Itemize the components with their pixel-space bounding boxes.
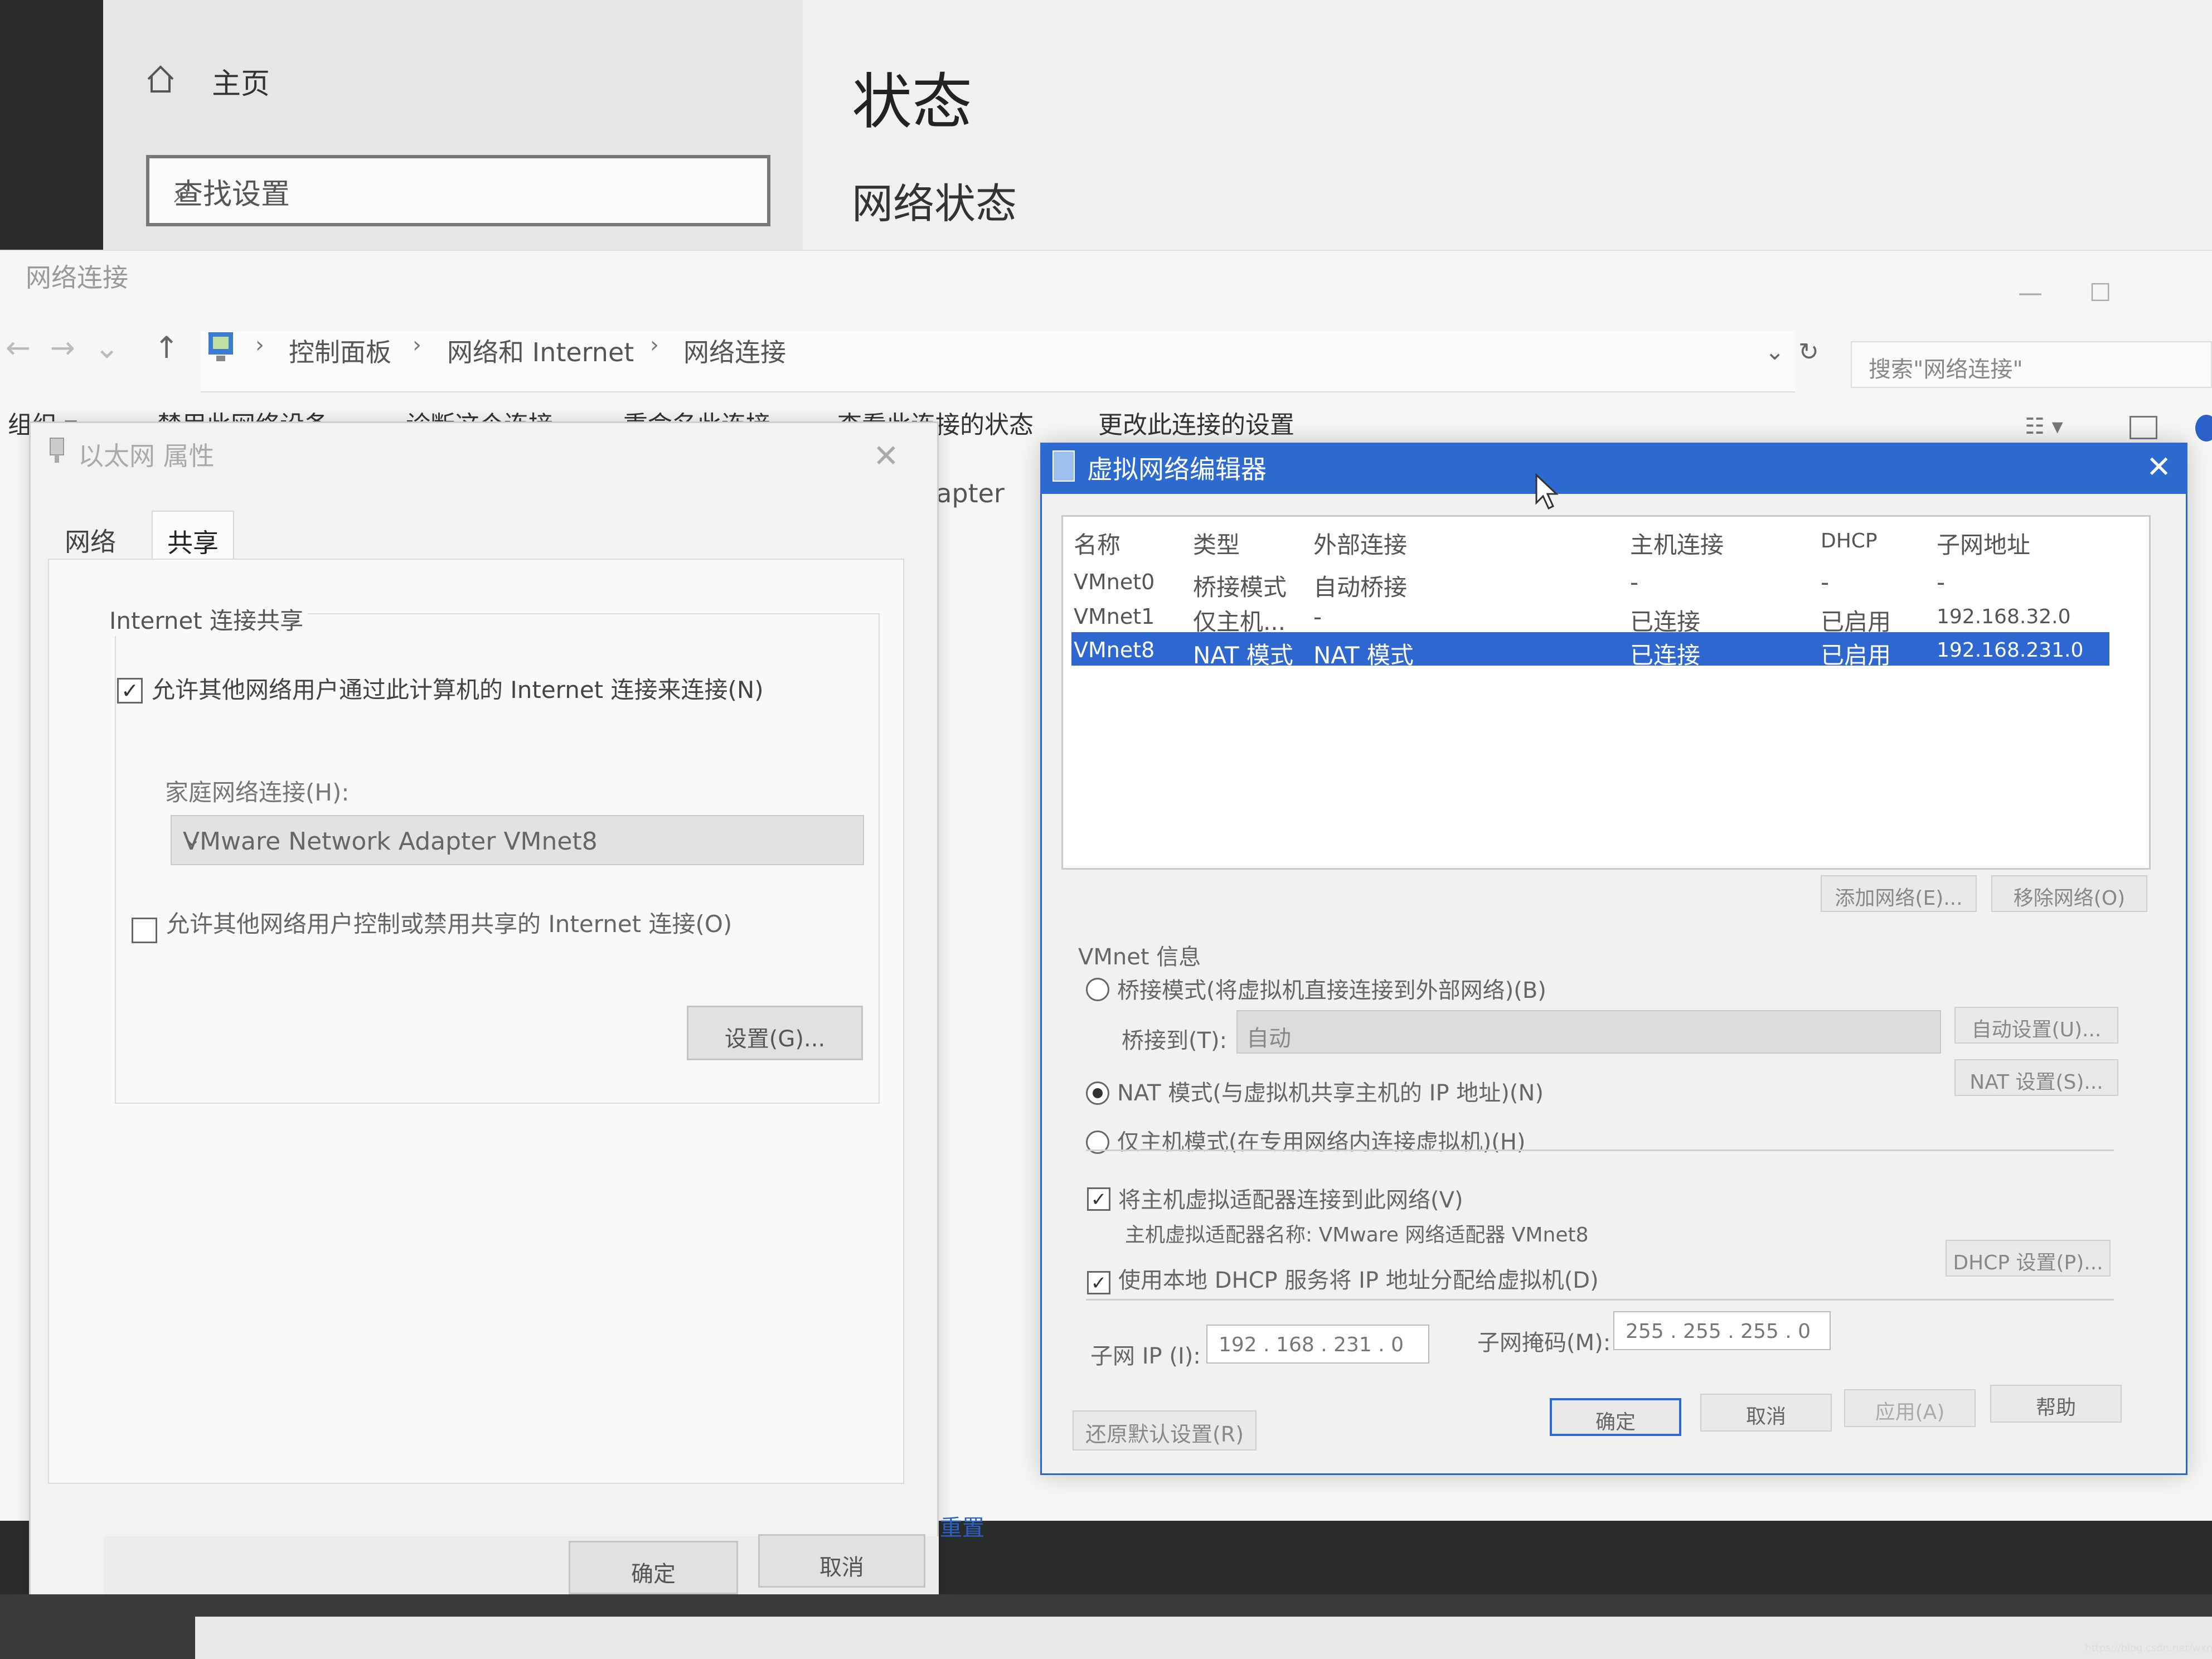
table-cell: 已连接 — [1630, 642, 1701, 669]
table-cell: VMnet1 — [1074, 604, 1155, 629]
restore-defaults-button[interactable]: 还原默认设置(R) — [1073, 1410, 1257, 1451]
nat-mode-radio[interactable] — [1086, 1081, 1109, 1105]
back-forward-arrows[interactable]: ← → ⌄ — [6, 330, 119, 365]
page-title: 状态 — [852, 67, 973, 137]
add-network-button[interactable]: 添加网络(E)... — [1821, 875, 1977, 912]
bridge-to-select[interactable]: 自动 — [1236, 1010, 1941, 1054]
settings-search-input[interactable]: 查找设置 ⌕ — [146, 155, 770, 226]
allow-control-label: 允许其他网络用户控制或禁用共享的 Internet 连接(O) — [166, 910, 733, 938]
network-connections-search-placeholder: 搜索"网络连接" — [1869, 357, 2023, 382]
ics-group-title: Internet 连接共享 — [105, 602, 308, 636]
dhcp-settings-button[interactable]: DHCP 设置(P)... — [1946, 1240, 2111, 1277]
connect-adapter-checkbox[interactable]: ✓ — [1087, 1187, 1110, 1211]
up-arrow-icon[interactable]: ↑ — [154, 330, 179, 365]
tab-network[interactable]: 网络 — [50, 511, 130, 559]
preview-pane-icon[interactable] — [2129, 416, 2157, 439]
ethernet-cancel-button[interactable]: 取消 — [758, 1534, 925, 1588]
vne-apply-button[interactable]: 应用(A) — [1844, 1389, 1976, 1427]
table-cell: - — [1313, 603, 1322, 630]
bridge-mode-label: 桥接模式(将虚拟机直接连接到外部网络)(B) — [1117, 978, 1546, 1003]
column-header-dhcp[interactable]: DHCP — [1821, 530, 1878, 552]
table-cell: VMnet0 — [1074, 570, 1155, 594]
host-only-label: 仅主机模式(在专用网络内连接虚拟机)(H) — [1117, 1129, 1526, 1155]
nat-settings-button[interactable]: NAT 设置(S)... — [1954, 1059, 2118, 1096]
home-network-label: 家庭网络连接(H): — [165, 779, 350, 806]
use-dhcp-label: 使用本地 DHCP 服务将 IP 地址分配给虚拟机(D) — [1118, 1268, 1599, 1293]
allow-connect-checkbox[interactable]: ✓ — [117, 678, 143, 704]
column-header-name[interactable]: 名称 — [1074, 526, 1120, 560]
bridge-mode-radio[interactable] — [1086, 978, 1109, 1001]
network-adapter-icon — [50, 438, 64, 463]
table-cell: 已启用 — [1821, 642, 1891, 669]
home-icon[interactable] — [144, 62, 177, 96]
column-header-type[interactable]: 类型 — [1193, 526, 1240, 560]
network-status-heading: 网络状态 — [852, 180, 1017, 228]
table-cell: 桥接模式 — [1193, 574, 1287, 601]
vne-title: 虚拟网络编辑器 — [1087, 454, 1267, 484]
remove-network-button[interactable]: 移除网络(O) — [1991, 875, 2147, 912]
window-controls[interactable]: — ☐ — [2018, 279, 2111, 307]
table-cell: - — [1937, 569, 1946, 596]
connect-adapter-label: 将主机虚拟适配器连接到此网络(V) — [1118, 1187, 1463, 1213]
mouse-cursor-icon — [1535, 473, 1559, 510]
adapter-name-label: 主机虚拟适配器名称: VMware 网络适配器 VMnet8 — [1125, 1224, 1589, 1246]
subnet-mask-label: 子网掩码(M): — [1477, 1330, 1611, 1356]
use-dhcp-checkbox[interactable]: ✓ — [1087, 1271, 1110, 1294]
search-icon: ⌕ — [174, 174, 192, 210]
breadcrumb-network-connections[interactable]: 网络连接 — [683, 332, 786, 369]
vne-cancel-button[interactable]: 取消 — [1700, 1394, 1832, 1432]
address-dropdown-icon[interactable]: ⌄ — [1765, 338, 1784, 365]
vmnet-info-title: VMnet 信息 — [1078, 944, 1201, 970]
breadcrumb-separator: › — [650, 332, 659, 358]
table-cell: NAT 模式 — [1313, 642, 1414, 669]
vne-help-button[interactable]: 帮助 — [1990, 1385, 2122, 1423]
breadcrumb-control-panel[interactable]: 控制面板 — [289, 332, 391, 369]
table-cell: - — [1630, 569, 1639, 596]
close-icon[interactable]: ✕ — [2146, 449, 2171, 484]
breadcrumb-separator: › — [255, 332, 264, 358]
toolbar-change-settings[interactable]: 更改此连接的设置 — [1098, 405, 1294, 440]
close-icon[interactable]: ✕ — [873, 438, 899, 474]
column-header-external[interactable]: 外部连接 — [1313, 526, 1407, 560]
network-connections-search-input[interactable]: 搜索"网络连接" — [1851, 341, 2212, 388]
column-header-subnet[interactable]: 子网地址 — [1937, 526, 2030, 560]
network-connections-title: 网络连接 — [26, 263, 128, 293]
tab-sharing[interactable]: 共享 — [152, 511, 234, 559]
auto-settings-button[interactable]: 自动设置(U)... — [1954, 1007, 2118, 1044]
ethernet-ok-button[interactable]: 确定 — [569, 1541, 738, 1594]
subnet-mask-input[interactable]: 255 . 255 . 255 . 0 — [1613, 1311, 1831, 1350]
ics-settings-button[interactable]: 设置(G)... — [687, 1006, 863, 1060]
table-cell: 192.168.32.0 — [1937, 605, 2071, 628]
table-cell: 自动桥接 — [1313, 574, 1408, 601]
ethernet-dialog-title: 以太网 属性 — [78, 441, 215, 471]
table-cell: - — [1821, 569, 1830, 596]
breadcrumb-network-internet[interactable]: 网络和 Internet — [447, 332, 634, 369]
chevron-down-icon: ⌄ — [183, 826, 202, 852]
table-cell: NAT 模式 — [1193, 642, 1293, 669]
home-link[interactable]: 主页 — [212, 60, 270, 102]
breadcrumb-separator: › — [413, 332, 421, 358]
column-header-host[interactable]: 主机连接 — [1630, 526, 1724, 560]
watermark: https://blog.csdn.net/wxnshuai — [2085, 1642, 2212, 1654]
table-cell: VMnet8 — [1074, 638, 1155, 662]
bridge-to-label: 桥接到(T): — [1122, 1028, 1228, 1054]
bridge-to-value: 自动 — [1246, 1026, 1291, 1051]
divider — [1086, 1299, 2114, 1301]
divider — [1086, 1149, 2114, 1151]
allow-connect-label: 允许其他网络用户通过此计算机的 Internet 连接来连接(N) — [152, 676, 764, 704]
reset-link[interactable]: 重置 — [940, 1510, 984, 1542]
subnet-ip-input[interactable]: 192 . 168 . 231 . 0 — [1206, 1325, 1429, 1364]
vne-ok-button[interactable]: 确定 — [1550, 1398, 1681, 1436]
view-options-icon[interactable]: ☷ ▾ — [2025, 414, 2063, 439]
address-bar[interactable] — [201, 331, 1795, 392]
nat-mode-label: NAT 模式(与虚拟机共享主机的 IP 地址)(N) — [1117, 1080, 1544, 1106]
home-network-select[interactable]: VMware Network Adapter VMnet8 ⌄ — [171, 815, 864, 865]
desktop-window-edge — [195, 1617, 2212, 1659]
vmware-network-icon — [1052, 450, 1075, 482]
allow-control-checkbox[interactable] — [132, 918, 157, 943]
table-cell: 192.168.231.0 — [1937, 639, 2084, 662]
control-panel-icon — [208, 332, 233, 361]
refresh-icon[interactable]: ↻ — [1798, 338, 1819, 366]
subnet-ip-label: 子网 IP (I): — [1090, 1343, 1201, 1369]
